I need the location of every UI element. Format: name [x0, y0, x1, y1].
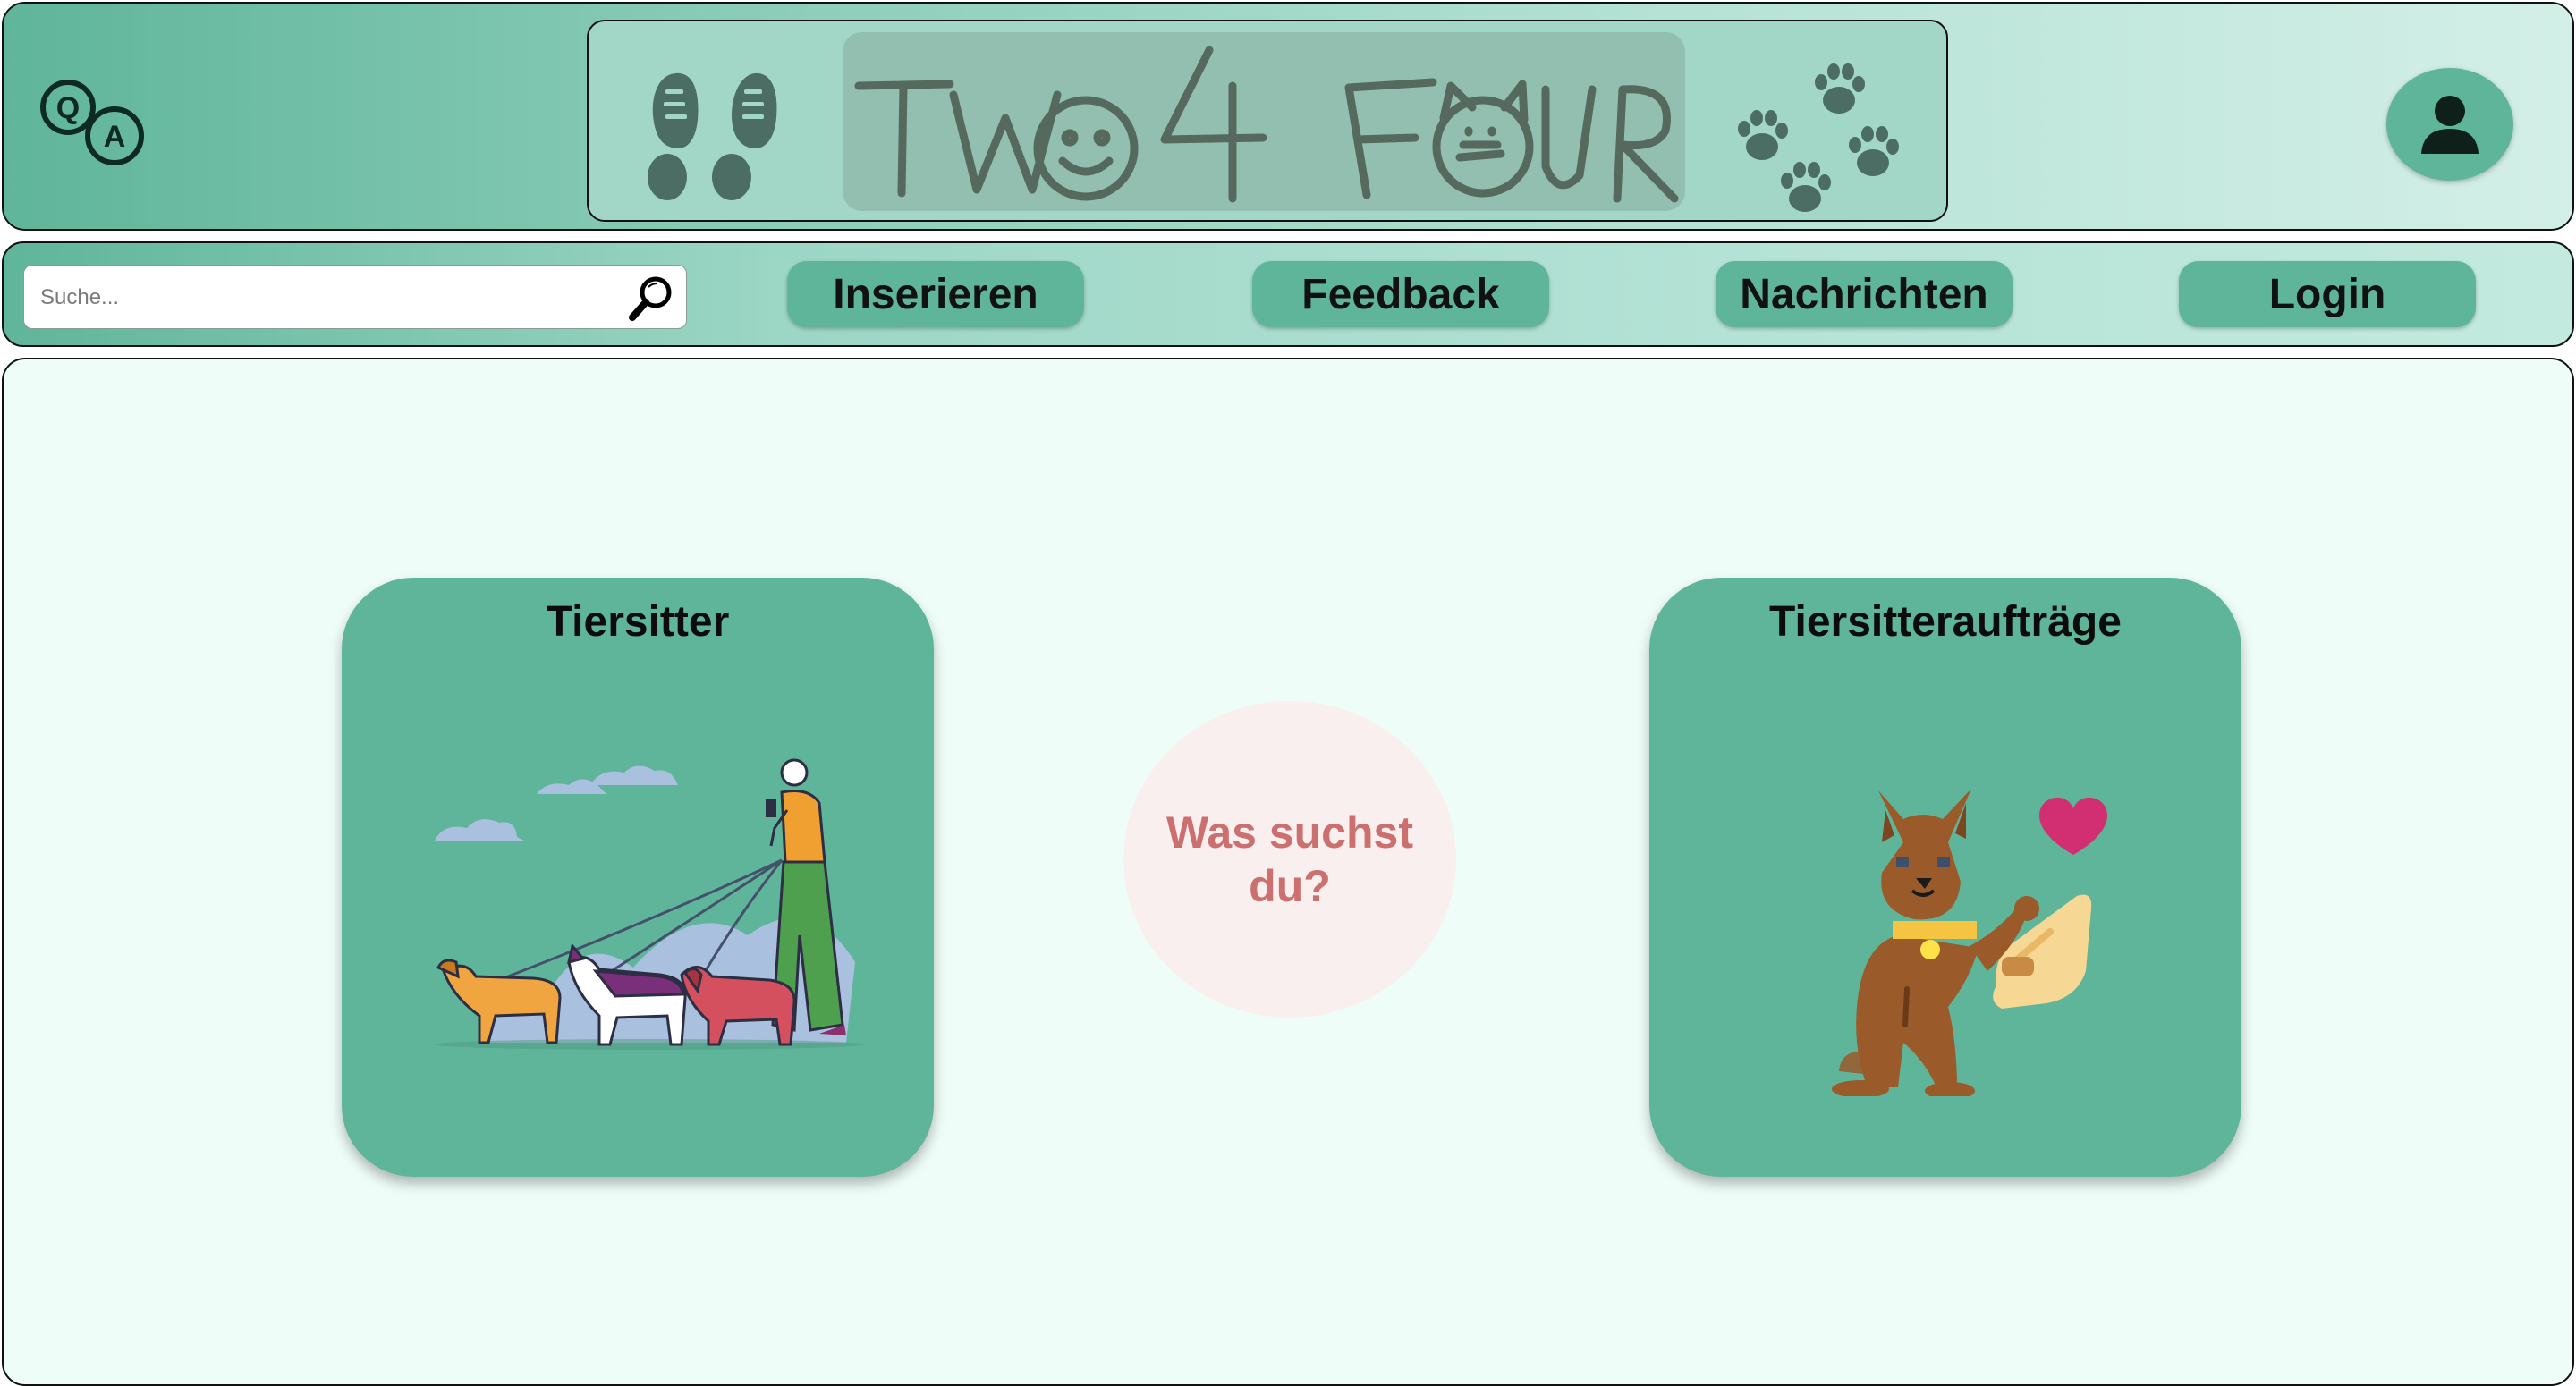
- qa-logo-icon[interactable]: Q A: [38, 68, 154, 175]
- user-icon: [2421, 96, 2479, 154]
- card-tiersitter[interactable]: Tiersitter: [342, 578, 934, 1177]
- search-icon[interactable]: [625, 271, 679, 325]
- header-bar: Q A: [2, 2, 2574, 231]
- card-title-tiersitterauftraege: Tiersitteraufträge: [1769, 598, 2122, 646]
- footprints-icon: [648, 72, 777, 200]
- nav-button-inserieren[interactable]: Inserieren: [787, 261, 1084, 327]
- brand-banner: [587, 20, 1948, 222]
- question-bubble: Was suchst du?: [1123, 701, 1456, 1018]
- paw-prints-icon: [1738, 63, 1899, 212]
- dog-walker-illustration: [435, 758, 864, 1050]
- svg-text:A: A: [104, 120, 126, 154]
- search-input[interactable]: [38, 276, 614, 319]
- brand-logo: [854, 46, 1679, 203]
- nav-button-nachrichten[interactable]: Nachrichten: [1716, 261, 2012, 327]
- card-tiersitterauftraege[interactable]: Tiersitteraufträge: [1649, 578, 2241, 1177]
- card-title-tiersitter: Tiersitter: [546, 598, 730, 646]
- main-content: Tiersitter Was suchst du? Tiersitterauft…: [2, 358, 2574, 1386]
- nav-button-login[interactable]: Login: [2179, 261, 2476, 327]
- brand-title-plate: [843, 32, 1685, 211]
- question-text: Was suchst du?: [1165, 807, 1413, 911]
- search-box: [23, 265, 687, 329]
- nav-button-feedback[interactable]: Feedback: [1252, 261, 1549, 327]
- navigation-bar: Inserieren Feedback Nachrichten Login: [2, 241, 2574, 347]
- profile-button[interactable]: [2386, 68, 2513, 181]
- dog-paw-hand-illustration: [1832, 789, 2107, 1096]
- svg-text:Q: Q: [56, 91, 80, 125]
